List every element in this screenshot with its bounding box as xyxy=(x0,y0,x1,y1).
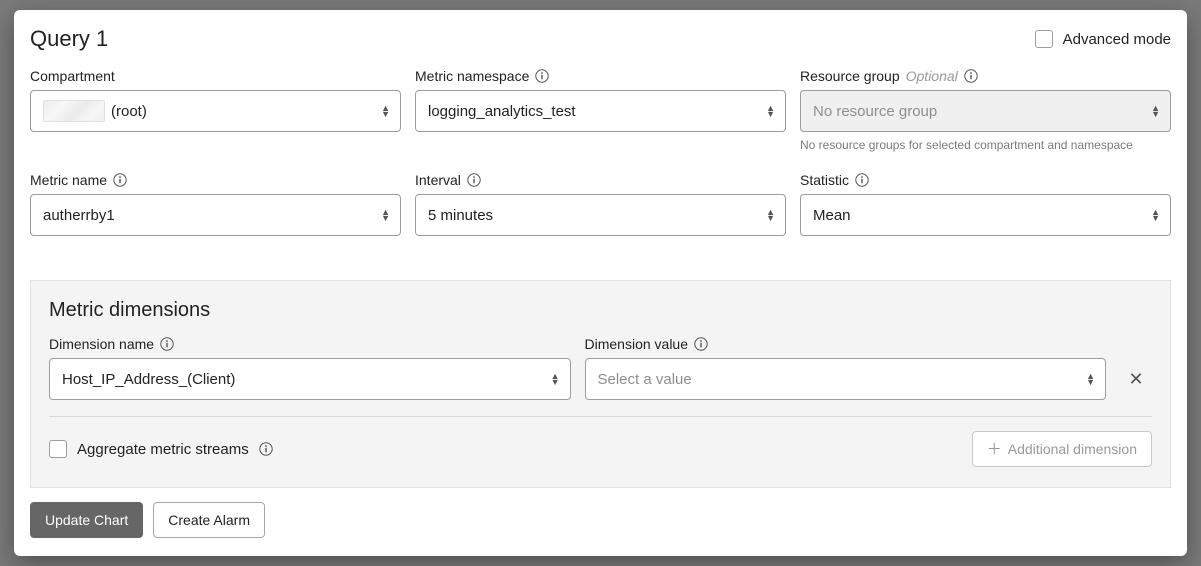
resource-group-field: Resource group Optional No resource grou… xyxy=(800,68,1171,152)
info-icon[interactable] xyxy=(467,173,481,187)
metric-namespace-value: logging_analytics_test xyxy=(428,103,576,120)
select-arrows-icon: ▲▼ xyxy=(1151,105,1160,117)
select-arrows-icon: ▲▼ xyxy=(1086,373,1095,385)
dimension-name-value: Host_IP_Address_(Client) xyxy=(62,371,235,388)
dimension-name-field: Dimension name Host_IP_Address_(Client) … xyxy=(49,336,571,400)
update-chart-label: Update Chart xyxy=(45,512,128,528)
info-icon[interactable] xyxy=(964,69,978,83)
dimensions-footer: Aggregate metric streams ＋ Additional di… xyxy=(49,431,1152,467)
statistic-select[interactable]: Mean ▲▼ xyxy=(800,194,1171,236)
metric-namespace-field: Metric namespace logging_analytics_test … xyxy=(415,68,786,152)
metric-dimensions-panel: Metric dimensions Dimension name Host_IP… xyxy=(30,280,1171,488)
advanced-mode-label: Advanced mode xyxy=(1063,31,1171,48)
divider xyxy=(49,416,1152,417)
action-row: Update Chart Create Alarm xyxy=(14,488,1187,538)
metric-namespace-select[interactable]: logging_analytics_test ▲▼ xyxy=(415,90,786,132)
aggregate-streams-toggle[interactable]: Aggregate metric streams xyxy=(49,440,273,458)
compartment-select[interactable]: (root) ▲▼ xyxy=(30,90,401,132)
metric-name-select[interactable]: autherrby1 ▲▼ xyxy=(30,194,401,236)
info-icon[interactable] xyxy=(113,173,127,187)
plus-icon: ＋ xyxy=(987,442,1002,457)
info-icon[interactable] xyxy=(855,173,869,187)
statistic-label: Statistic xyxy=(800,172,849,188)
statistic-field: Statistic Mean ▲▼ xyxy=(800,172,1171,236)
aggregate-streams-checkbox[interactable] xyxy=(49,440,67,458)
info-icon[interactable] xyxy=(535,69,549,83)
interval-label: Interval xyxy=(415,172,461,188)
header-row: Query 1 Advanced mode xyxy=(14,26,1187,60)
select-arrows-icon: ▲▼ xyxy=(381,105,390,117)
interval-field: Interval 5 minutes ▲▼ xyxy=(415,172,786,236)
dimension-row: Dimension name Host_IP_Address_(Client) … xyxy=(49,336,1152,400)
close-icon: ✕ xyxy=(1128,370,1143,388)
metric-name-field: Metric name autherrby1 ▲▼ xyxy=(30,172,401,236)
statistic-value: Mean xyxy=(813,207,851,224)
advanced-mode-checkbox[interactable] xyxy=(1035,30,1053,48)
select-arrows-icon: ▲▼ xyxy=(766,105,775,117)
metric-namespace-label: Metric namespace xyxy=(415,68,529,84)
metric-name-value: autherrby1 xyxy=(43,207,115,224)
aggregate-streams-label: Aggregate metric streams xyxy=(77,441,249,458)
create-alarm-button[interactable]: Create Alarm xyxy=(153,502,265,538)
dimension-name-label: Dimension name xyxy=(49,336,154,352)
select-arrows-icon: ▲▼ xyxy=(1151,209,1160,221)
interval-value: 5 minutes xyxy=(428,207,493,224)
resource-group-select[interactable]: No resource group ▲▼ xyxy=(800,90,1171,132)
dimension-value-label: Dimension value xyxy=(585,336,689,352)
additional-dimension-label: Additional dimension xyxy=(1008,441,1137,457)
update-chart-button[interactable]: Update Chart xyxy=(30,502,143,538)
dimension-value-select[interactable]: Select a value ▲▼ xyxy=(585,358,1107,400)
info-icon[interactable] xyxy=(259,442,273,456)
dimension-name-select[interactable]: Host_IP_Address_(Client) ▲▼ xyxy=(49,358,571,400)
remove-dimension-button[interactable]: ✕ xyxy=(1120,358,1152,400)
compartment-value: (root) xyxy=(111,103,147,120)
compartment-label: Compartment xyxy=(30,68,115,84)
fields-row-1: Compartment (root) ▲▼ Metric namespace l… xyxy=(14,60,1187,158)
resource-group-label: Resource group xyxy=(800,68,900,84)
metric-name-label: Metric name xyxy=(30,172,107,188)
select-arrows-icon: ▲▼ xyxy=(381,209,390,221)
select-arrows-icon: ▲▼ xyxy=(766,209,775,221)
dimension-value-placeholder: Select a value xyxy=(598,371,692,388)
compartment-field: Compartment (root) ▲▼ xyxy=(30,68,401,152)
query-card: Query 1 Advanced mode Compartment (root)… xyxy=(14,10,1187,556)
additional-dimension-button[interactable]: ＋ Additional dimension xyxy=(972,431,1152,467)
resource-group-optional: Optional xyxy=(906,68,958,84)
compartment-redacted-icon xyxy=(43,100,105,122)
select-arrows-icon: ▲▼ xyxy=(551,373,560,385)
create-alarm-label: Create Alarm xyxy=(168,512,250,528)
interval-select[interactable]: 5 minutes ▲▼ xyxy=(415,194,786,236)
fields-row-2: Metric name autherrby1 ▲▼ Interval 5 min… xyxy=(14,158,1187,242)
resource-group-placeholder: No resource group xyxy=(813,103,937,120)
query-title: Query 1 xyxy=(30,26,108,52)
resource-group-hint: No resource groups for selected compartm… xyxy=(800,138,1171,152)
advanced-mode-toggle[interactable]: Advanced mode xyxy=(1035,30,1171,48)
dimension-value-field: Dimension value Select a value ▲▼ xyxy=(585,336,1107,400)
metric-dimensions-title: Metric dimensions xyxy=(49,299,1152,322)
info-icon[interactable] xyxy=(694,337,708,351)
info-icon[interactable] xyxy=(160,337,174,351)
